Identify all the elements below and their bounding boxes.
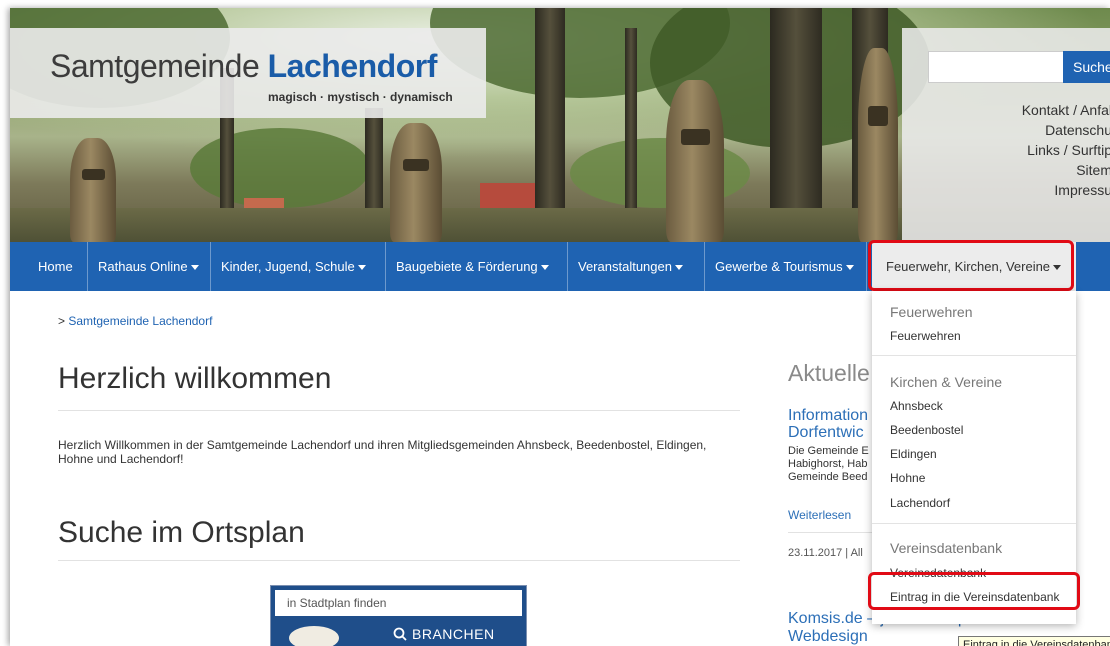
map-illustration: [289, 626, 339, 646]
map-heading: Suche im Ortsplan: [58, 516, 305, 549]
dropdown-item-vereinsdatenbank[interactable]: Vereinsdatenbank: [890, 566, 986, 580]
nav-label: Veranstaltungen: [578, 259, 672, 274]
breadcrumb-link[interactable]: Samtgemeinde Lachendorf: [68, 314, 212, 328]
dropdown-item-lachendorf[interactable]: Lachendorf: [890, 496, 950, 510]
dropdown-item-feuerwehren[interactable]: Feuerwehren: [890, 329, 961, 343]
quicklinks: Kontakt / Anfal Datenschu Links / Surfti…: [912, 100, 1110, 200]
dropdown-item-ahnsbeck[interactable]: Ahnsbeck: [890, 399, 943, 413]
nav-label: Baugebiete & Förderung: [396, 259, 538, 274]
dropdown-item-eldingen[interactable]: Eldingen: [890, 447, 937, 461]
logo-subtitle: magisch · mystisch · dynamisch: [268, 90, 453, 104]
quicklink-kontakt[interactable]: Kontakt / Anfal: [912, 100, 1110, 120]
tooltip: Eintrag in die Vereinsdatenbank: [958, 636, 1110, 646]
news-excerpt: Die Gemeinde E Habighorst, Hab Gemeinde …: [788, 445, 878, 484]
news-heading: Aktuelle: [788, 360, 870, 386]
divider: [58, 410, 740, 411]
nav-feuerwehr-kirchen-vereine[interactable]: Feuerwehr, Kirchen, Vereine: [872, 242, 1076, 291]
map-search-widget: in Stadtplan finden BRANCHEN: [270, 585, 527, 646]
caret-down-icon: [540, 265, 549, 271]
search-button[interactable]: Suche: [1063, 51, 1110, 83]
dropdown-section-heading[interactable]: Feuerwehren: [890, 304, 973, 320]
logo-text-bold: Lachendorf: [267, 48, 438, 84]
branchen-label: BRANCHEN: [412, 626, 495, 642]
browser-viewport: Samtgemeinde Lachendorf magisch · mystis…: [10, 8, 1110, 646]
read-more-link[interactable]: Weiterlesen: [788, 508, 851, 522]
news-link-line2[interactable]: Dorfentwic: [788, 424, 878, 441]
nav-label: Kinder, Jugend, Schule: [221, 259, 355, 274]
main-navigation: Home Rathaus Online Kinder, Jugend, Schu…: [10, 242, 1110, 291]
quicklink-impressum[interactable]: Impressu: [912, 180, 1110, 200]
nav-label: Rathaus Online: [98, 259, 188, 274]
nav-baugebiete[interactable]: Baugebiete & Förderung: [386, 242, 568, 291]
news-excerpt-line: Habighorst, Hab: [788, 458, 868, 470]
search-icon: [393, 627, 407, 641]
news-date: 23.11.2017 | All: [788, 547, 863, 559]
page-title: Herzlich willkommen: [58, 362, 332, 395]
logo-text-plain: Samtgemeinde: [50, 48, 268, 84]
dropdown-item-beedenbostel[interactable]: Beedenbostel: [890, 423, 963, 437]
map-search-input[interactable]: in Stadtplan finden: [275, 590, 522, 616]
branchen-button[interactable]: BRANCHEN: [393, 626, 495, 642]
quicklink-datenschutz[interactable]: Datenschu: [912, 120, 1110, 140]
news-excerpt-line: Gemeinde Beed: [788, 471, 868, 483]
breadcrumb-prefix: >: [58, 314, 69, 328]
divider: [788, 532, 878, 533]
nav-kinder-jugend-schule[interactable]: Kinder, Jugend, Schule: [211, 242, 386, 291]
nav-home[interactable]: Home: [28, 242, 88, 291]
nav-gewerbe-tourismus[interactable]: Gewerbe & Tourismus: [705, 242, 867, 291]
nav-dropdown-menu: Feuerwehren Feuerwehren Kirchen & Verein…: [872, 291, 1076, 624]
divider: [58, 560, 740, 561]
dropdown-section-heading[interactable]: Vereinsdatenbank: [890, 540, 1002, 556]
intro-text: Herzlich Willkommen in der Samtgemeinde …: [58, 438, 707, 466]
breadcrumb: > Samtgemeinde Lachendorf: [58, 314, 212, 328]
quicklink-links[interactable]: Links / Surftip: [912, 140, 1110, 160]
news-excerpt-line: Die Gemeinde E: [788, 445, 869, 457]
caret-down-icon: [1053, 265, 1062, 271]
nav-label: Gewerbe & Tourismus: [715, 259, 843, 274]
caret-down-icon: [845, 265, 854, 271]
quicklink-sitemap[interactable]: Sitem: [912, 160, 1110, 180]
dropdown-item-hohne[interactable]: Hohne: [890, 471, 925, 485]
nav-label: Feuerwehr, Kirchen, Vereine: [886, 259, 1051, 274]
caret-down-icon: [190, 265, 199, 271]
caret-down-icon: [357, 265, 366, 271]
dropdown-divider: [872, 523, 1076, 524]
search-input[interactable]: [928, 51, 1064, 83]
nav-veranstaltungen[interactable]: Veranstaltungen: [568, 242, 705, 291]
header-search-panel: Suche Kontakt / Anfal Datenschu Links / …: [902, 28, 1110, 242]
news-link-line1[interactable]: Information: [788, 407, 878, 424]
nav-label: Home: [38, 259, 73, 274]
dropdown-item-eintrag-vereinsdatenbank[interactable]: Eintrag in die Vereinsdatenbank: [890, 590, 1059, 604]
news2-link-line2[interactable]: Webdesign: [788, 628, 908, 645]
dropdown-divider: [872, 355, 1076, 356]
caret-down-icon: [674, 265, 683, 271]
nav-rathaus-online[interactable]: Rathaus Online: [88, 242, 211, 291]
site-logo[interactable]: Samtgemeinde Lachendorf magisch · mystis…: [10, 28, 486, 118]
dropdown-section-heading[interactable]: Kirchen & Vereine: [890, 374, 1002, 390]
